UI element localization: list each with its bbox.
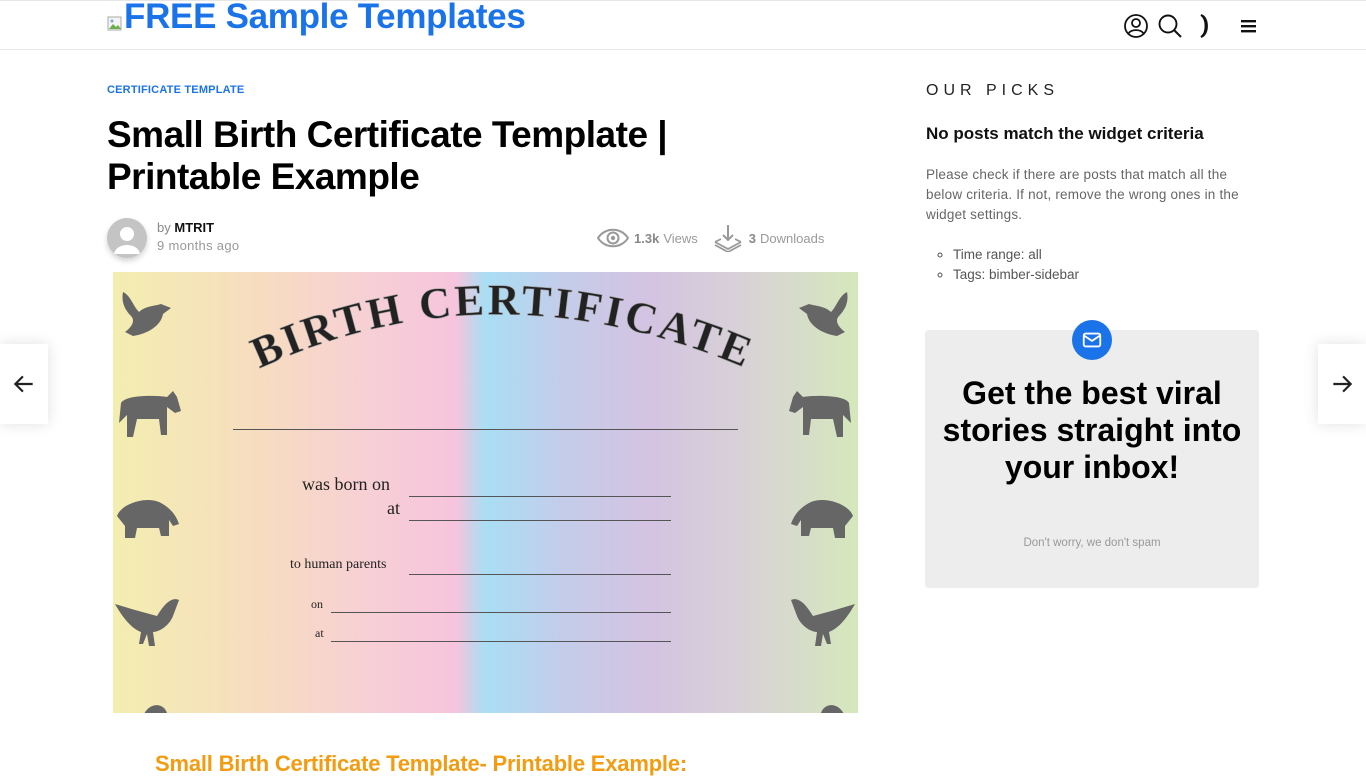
tapir-icon: [117, 499, 179, 538]
header-actions: [1122, 12, 1268, 40]
at-label: at: [387, 498, 400, 518]
broken-image-icon: [107, 16, 122, 31]
name-line: [233, 429, 738, 430]
envelope-icon: [1072, 320, 1112, 360]
bird-icon: [115, 599, 179, 646]
views-stat: 1.3k Views: [597, 224, 698, 252]
criteria-list: Time range: all Tags: bimber-sidebar: [926, 245, 1079, 285]
certificate-heading: BIRTH CERTIFICATE: [243, 275, 762, 378]
goose-icon: [144, 705, 167, 713]
certificate-image: BIRTH CERTIFICATE was born on at to huma…: [113, 272, 858, 713]
at2-label: at: [315, 626, 324, 640]
arrow-right-icon: [1333, 375, 1353, 393]
section-subheading: Small Birth Certificate Template- Printa…: [155, 751, 688, 777]
avatar[interactable]: [107, 218, 147, 258]
site-header: FREE Sample Templates: [0, 0, 1366, 50]
parents-label: to human parents: [290, 557, 387, 572]
at2-line: [331, 641, 671, 642]
no-posts-title: No posts match the widget criteria: [926, 124, 1204, 143]
on-label: on: [311, 597, 323, 611]
post-title: Small Birth Certificate Template | Print…: [107, 114, 668, 197]
newsletter-widget: Get the best viral stories straight into…: [925, 320, 1259, 588]
bird-icon: [791, 599, 855, 646]
horse-icon: [119, 391, 181, 437]
author-link[interactable]: MTRIT: [174, 220, 214, 235]
site-logo[interactable]: FREE Sample Templates: [107, 0, 526, 37]
byline: by MTRIT: [157, 220, 215, 235]
arrow-left-icon: [13, 375, 33, 393]
post-stats: 1.3k Views 3 Downloads: [597, 224, 838, 252]
dove-icon: [799, 292, 848, 336]
dove-icon: [122, 292, 171, 336]
no-posts-text: Please check if there are posts that mat…: [926, 167, 1239, 222]
tapir-icon: [791, 499, 853, 538]
previous-post-button[interactable]: [0, 344, 48, 424]
next-post-button[interactable]: [1318, 344, 1366, 424]
download-icon: [714, 225, 742, 252]
dark-mode-icon[interactable]: [1190, 12, 1218, 40]
post-date: 9 months ago: [157, 238, 240, 253]
newsletter-note: Don't worry, we don't spam: [1023, 537, 1161, 549]
criteria-item: Time range: all: [953, 245, 1079, 265]
eye-icon: [597, 228, 629, 248]
svg-text:BIRTH CERTIFICATE: BIRTH CERTIFICATE: [244, 275, 762, 377]
newsletter-title: Get the best viral stories straight into…: [942, 375, 1242, 485]
site-name-link[interactable]: FREE Sample Templates: [124, 0, 526, 37]
our-picks-heading: OUR PICKS: [926, 82, 1060, 99]
goose-icon: [815, 705, 845, 713]
parents-line: [409, 574, 671, 575]
born-on-label: was born on: [302, 474, 390, 494]
search-icon[interactable]: [1156, 12, 1184, 40]
criteria-item: Tags: bimber-sidebar: [953, 265, 1079, 285]
category-link[interactable]: CERTIFICATE TEMPLATE: [107, 84, 244, 96]
on-line: [331, 612, 671, 613]
at-line: [409, 520, 671, 521]
born-on-line: [409, 496, 671, 497]
horse-icon: [789, 391, 851, 437]
downloads-stat: 3 Downloads: [712, 224, 824, 252]
menu-icon[interactable]: [1234, 12, 1262, 40]
user-icon[interactable]: [1122, 12, 1150, 40]
